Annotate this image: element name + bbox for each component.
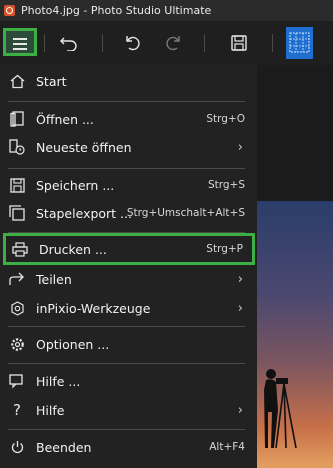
menu-shortcut: Strg+S — [207, 179, 245, 191]
print-icon — [12, 241, 28, 257]
toolbar — [0, 21, 333, 65]
chevron-right-icon: › — [237, 300, 243, 316]
menu-item-print[interactable]: Drucken ... Strg+P — [3, 233, 255, 265]
save-icon — [231, 35, 247, 51]
power-icon — [9, 439, 25, 455]
menu-shortcut: Strg+Umschalt+Alt+S — [126, 207, 245, 219]
menu-item-inpixio-tools[interactable]: inPixio-Werkzeuge › — [0, 294, 257, 322]
toolbar-separator — [102, 34, 103, 52]
save-icon — [9, 177, 25, 193]
menu-item-batch-export[interactable]: Stapelexport ... Strg+Umschalt+Alt+S — [0, 199, 257, 227]
chevron-right-icon: › — [237, 139, 243, 155]
rotate-right-icon — [166, 36, 180, 51]
rotate-left-button[interactable] — [120, 26, 146, 60]
menu-label: Beenden — [36, 439, 92, 455]
toolbar-separator — [272, 34, 273, 52]
tools-icon — [9, 300, 25, 316]
main-menu: Start Öffnen ... Strg+O Neueste öffnen ›… — [0, 65, 257, 468]
menu-divider — [8, 326, 245, 327]
gear-icon — [9, 336, 25, 352]
app-icon — [4, 5, 15, 16]
undo-icon — [60, 37, 77, 51]
menu-label: Neueste öffnen — [36, 139, 132, 155]
hamburger-line — [13, 48, 27, 50]
menu-item-options[interactable]: Optionen ... — [0, 330, 257, 358]
menu-item-help-dialog[interactable]: Hilfe ... — [0, 367, 257, 395]
menu-label: Optionen ... — [36, 336, 110, 352]
menu-divider — [8, 429, 245, 430]
menu-item-open[interactable]: Öffnen ... Strg+O — [0, 105, 257, 133]
home-icon — [9, 73, 25, 89]
menu-shortcut: Strg+O — [206, 113, 245, 125]
menu-divider — [8, 168, 245, 169]
toolbar-separator — [44, 34, 45, 52]
menu-label: Teilen — [36, 271, 72, 287]
crop-tool-button[interactable] — [286, 27, 313, 59]
help-window-icon — [9, 373, 25, 389]
menu-divider — [8, 101, 245, 102]
menu-label: Speichern ... — [36, 177, 115, 193]
share-icon — [9, 271, 25, 287]
menu-shortcut: Strg+P — [206, 243, 243, 255]
photo-silhouette — [264, 369, 297, 449]
save-button[interactable] — [226, 26, 252, 60]
undo-button[interactable] — [56, 26, 82, 60]
chevron-right-icon: › — [237, 271, 243, 287]
rotate-left-icon — [126, 36, 140, 51]
menu-item-quit[interactable]: Beenden Alt+F4 — [0, 433, 257, 461]
question-mark-icon: ? — [13, 401, 21, 419]
menu-item-recent[interactable]: Neueste öffnen › — [0, 133, 257, 161]
window-title: Photo4.jpg - Photo Studio Ultimate — [21, 4, 212, 17]
menu-label: inPixio-Werkzeuge — [36, 300, 151, 316]
rotate-right-button[interactable] — [160, 26, 186, 60]
menu-divider — [8, 363, 245, 364]
menu-label: Drucken ... — [39, 241, 107, 257]
menu-label: Stapelexport ... — [36, 205, 132, 221]
toolbar-separator — [204, 34, 205, 52]
hamburger-line — [13, 43, 27, 45]
menu-shortcut: Alt+F4 — [209, 441, 245, 453]
menu-item-help[interactable]: ? Hilfe › — [0, 396, 257, 424]
menu-label: Start — [36, 73, 67, 89]
title-bar: Photo4.jpg - Photo Studio Ultimate — [0, 0, 333, 21]
menu-item-start[interactable]: Start — [0, 67, 257, 95]
menu-label: Öffnen ... — [36, 111, 94, 127]
recent-files-icon — [9, 139, 25, 155]
grid-icon — [289, 32, 310, 53]
chevron-right-icon: › — [237, 402, 243, 418]
menu-item-share[interactable]: Teilen › — [0, 265, 257, 293]
menu-item-save[interactable]: Speichern ... Strg+S — [0, 171, 257, 199]
batch-export-icon — [9, 205, 25, 221]
menu-label: Hilfe ... — [36, 373, 81, 389]
hamburger-icon — [13, 38, 27, 40]
menu-button[interactable] — [3, 28, 37, 56]
open-file-icon — [9, 111, 25, 127]
menu-label: Hilfe — [36, 402, 65, 418]
